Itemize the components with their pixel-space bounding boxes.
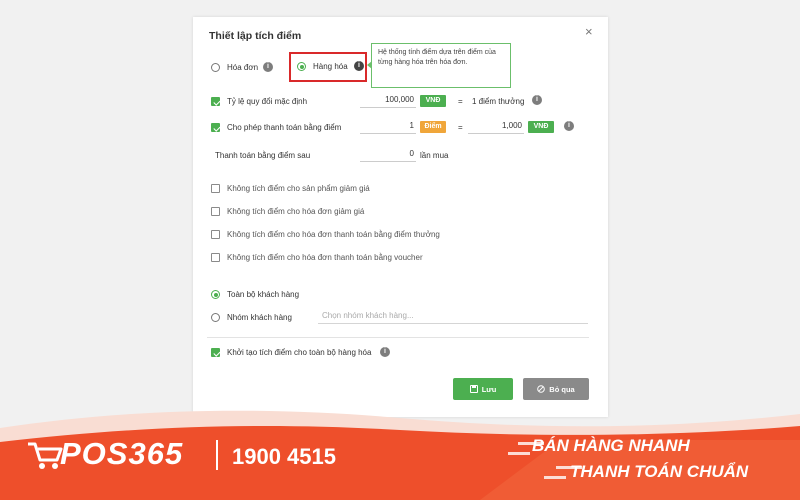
init-all-info-icon[interactable]: i — [380, 347, 390, 357]
ratio-checkbox[interactable] — [211, 97, 220, 106]
save-button[interactable]: Lưu — [453, 378, 513, 400]
option-checkbox[interactable] — [211, 207, 220, 216]
option-checkbox[interactable] — [211, 184, 220, 193]
ratio-currency-tag: VNĐ — [420, 95, 446, 107]
cart-icon — [28, 442, 63, 469]
option-checkbox[interactable] — [211, 230, 220, 239]
goods-mode-label[interactable]: Hàng hóa — [313, 62, 348, 71]
promo-banner: POS365 1900 4515 BÁN HÀNG NHANH THANH TO… — [0, 400, 800, 500]
pay-points-input[interactable]: 1 — [360, 119, 416, 134]
all-customers-radio[interactable] — [211, 290, 220, 299]
pay-points-checkbox[interactable] — [211, 123, 220, 132]
pay-points-equals: = — [458, 123, 463, 132]
pay-money-input[interactable]: 1,000 — [468, 119, 524, 134]
option-label[interactable]: Không tích điểm cho hóa đơn thanh toán b… — [227, 253, 423, 262]
pay-money-currency-tag: VNĐ — [528, 121, 554, 133]
pay-after-suffix: lần mua — [420, 151, 449, 160]
invoice-mode-radio[interactable] — [211, 63, 220, 72]
dialog-title: Thiết lập tích điểm — [209, 30, 302, 42]
save-button-label: Lưu — [481, 384, 497, 394]
pay-points-label: Cho phép thanh toán bằng điểm — [227, 123, 342, 132]
brand-logo-text: POS365 — [60, 436, 184, 471]
ratio-equals: = — [458, 97, 463, 106]
goods-mode-radio[interactable] — [297, 62, 306, 71]
pay-points-unit-tag: Điểm — [420, 121, 446, 133]
option-label[interactable]: Không tích điểm cho sản phẩm giảm giá — [227, 184, 370, 193]
section-divider — [207, 337, 589, 338]
hotline-text: 1900 4515 — [232, 444, 336, 469]
speed-line — [508, 452, 530, 455]
ratio-amount-input[interactable]: 100,000 — [360, 93, 416, 108]
pay-points-info-icon[interactable]: i — [564, 121, 574, 131]
banner-divider — [216, 440, 218, 470]
init-all-checkbox[interactable] — [211, 348, 220, 357]
customer-group-label[interactable]: Nhóm khách hàng — [227, 313, 292, 322]
close-icon[interactable]: × — [585, 24, 593, 39]
pay-after-input[interactable]: 0 — [360, 147, 416, 162]
slogan-line-1: BÁN HÀNG NHANH — [532, 436, 690, 455]
option-label[interactable]: Không tích điểm cho hóa đơn giảm giá — [227, 207, 364, 216]
goods-mode-tooltip: Hệ thống tính điểm dựa trên điểm của từn… — [367, 43, 511, 88]
cancel-button[interactable]: Bỏ qua — [523, 378, 589, 400]
option-checkbox[interactable] — [211, 253, 220, 262]
invoice-info-icon[interactable]: i — [263, 62, 273, 72]
all-customers-label[interactable]: Toàn bộ khách hàng — [227, 290, 299, 299]
init-all-label: Khởi tạo tích điểm cho toàn bộ hàng hóa — [227, 348, 372, 357]
cancel-icon — [537, 385, 546, 393]
customer-group-radio[interactable] — [211, 313, 220, 322]
loyalty-settings-dialog: Thiết lập tích điểm × Hóa đơn i Hàng hóa… — [193, 17, 608, 417]
slogan-line-2: THANH TOÁN CHUẨN — [570, 462, 749, 481]
ratio-result: 1 điểm thưởng — [472, 97, 525, 106]
cancel-button-label: Bỏ qua — [549, 384, 575, 394]
option-label[interactable]: Không tích điểm cho hóa đơn thanh toán b… — [227, 230, 440, 239]
invoice-mode-label[interactable]: Hóa đơn — [227, 63, 258, 72]
customer-group-select[interactable]: Chọn nhóm khách hàng... — [318, 309, 588, 324]
pay-after-label: Thanh toán bằng điểm sau — [215, 151, 311, 160]
save-icon — [469, 385, 478, 393]
goods-info-icon[interactable]: i — [354, 61, 364, 71]
ratio-info-icon[interactable]: i — [532, 95, 542, 105]
ratio-label: Tỷ lệ quy đổi mặc định — [227, 97, 308, 106]
speed-line — [544, 476, 566, 479]
